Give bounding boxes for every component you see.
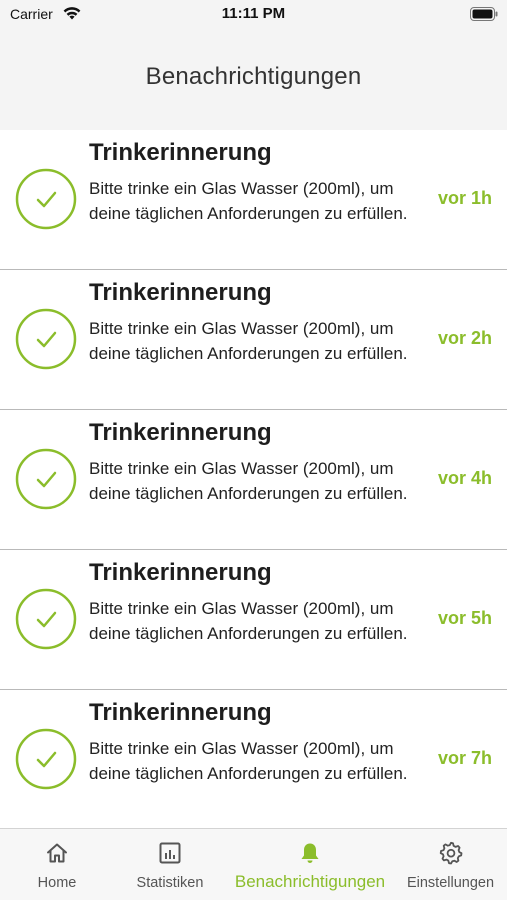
check-circle-icon (15, 448, 77, 510)
check-circle-icon (15, 308, 77, 370)
home-icon (47, 843, 67, 863)
tab-settings[interactable]: Einstellungen (394, 829, 507, 900)
tab-label: Benachrichtigungen (234, 872, 386, 891)
notification-item[interactable]: Trinkerinnerung Bitte trinke ein Glas Wa… (0, 690, 507, 828)
notification-time: vor 5h (437, 608, 492, 628)
notification-title: Trinkerinnerung (89, 559, 272, 586)
notification-time: vor 1h (437, 188, 492, 208)
notification-body: Bitte trinke ein Glas Wasser (200ml), um… (89, 319, 408, 363)
notification-title: Trinkerinnerung (89, 419, 272, 446)
notification-body: Bitte trinke ein Glas Wasser (200ml), um… (89, 179, 408, 223)
tab-statistics[interactable]: Statistiken (114, 829, 226, 900)
notification-list: Trinkerinnerung Bitte trinke ein Glas Wa… (0, 130, 507, 828)
check-circle-icon (15, 168, 77, 230)
notification-body: Bitte trinke ein Glas Wasser (200ml), um… (89, 599, 408, 643)
tab-home[interactable]: Home (0, 829, 114, 900)
tab-label: Home (37, 875, 77, 891)
notification-body: Bitte trinke ein Glas Wasser (200ml), um… (89, 459, 408, 503)
notification-item[interactable]: Trinkerinnerung Bitte trinke ein Glas Wa… (0, 130, 507, 270)
notification-item[interactable]: Trinkerinnerung Bitte trinke ein Glas Wa… (0, 550, 507, 690)
check-circle-icon (15, 588, 77, 650)
status-bar: Carrier 11:11 PM (0, 0, 507, 30)
tab-label: Einstellungen (406, 875, 495, 891)
tab-notifications[interactable]: Benachrichtigungen (226, 829, 394, 900)
notification-body: Bitte trinke ein Glas Wasser (200ml), um… (89, 739, 408, 783)
notification-time: vor 4h (437, 468, 492, 488)
notification-item[interactable]: Trinkerinnerung Bitte trinke ein Glas Wa… (0, 270, 507, 410)
bell-icon (301, 843, 319, 863)
tab-label: Statistiken (136, 875, 204, 891)
battery-icon (470, 7, 498, 21)
notification-item[interactable]: Trinkerinnerung Bitte trinke ein Glas Wa… (0, 410, 507, 550)
notification-time: vor 7h (437, 748, 492, 768)
notification-time: vor 2h (437, 328, 492, 348)
chart-icon (159, 842, 181, 864)
notification-title: Trinkerinnerung (89, 699, 272, 726)
tab-bar: Home Statistiken Benachrichtigungen Eins… (0, 828, 507, 900)
notification-title: Trinkerinnerung (89, 279, 272, 306)
check-circle-icon (15, 728, 77, 790)
gear-icon (439, 841, 462, 865)
status-time: 11:11 PM (221, 5, 286, 22)
nav-header: Benachrichtigungen (0, 30, 507, 130)
page-title: Benachrichtigungen (145, 63, 362, 90)
notification-title: Trinkerinnerung (89, 139, 272, 166)
